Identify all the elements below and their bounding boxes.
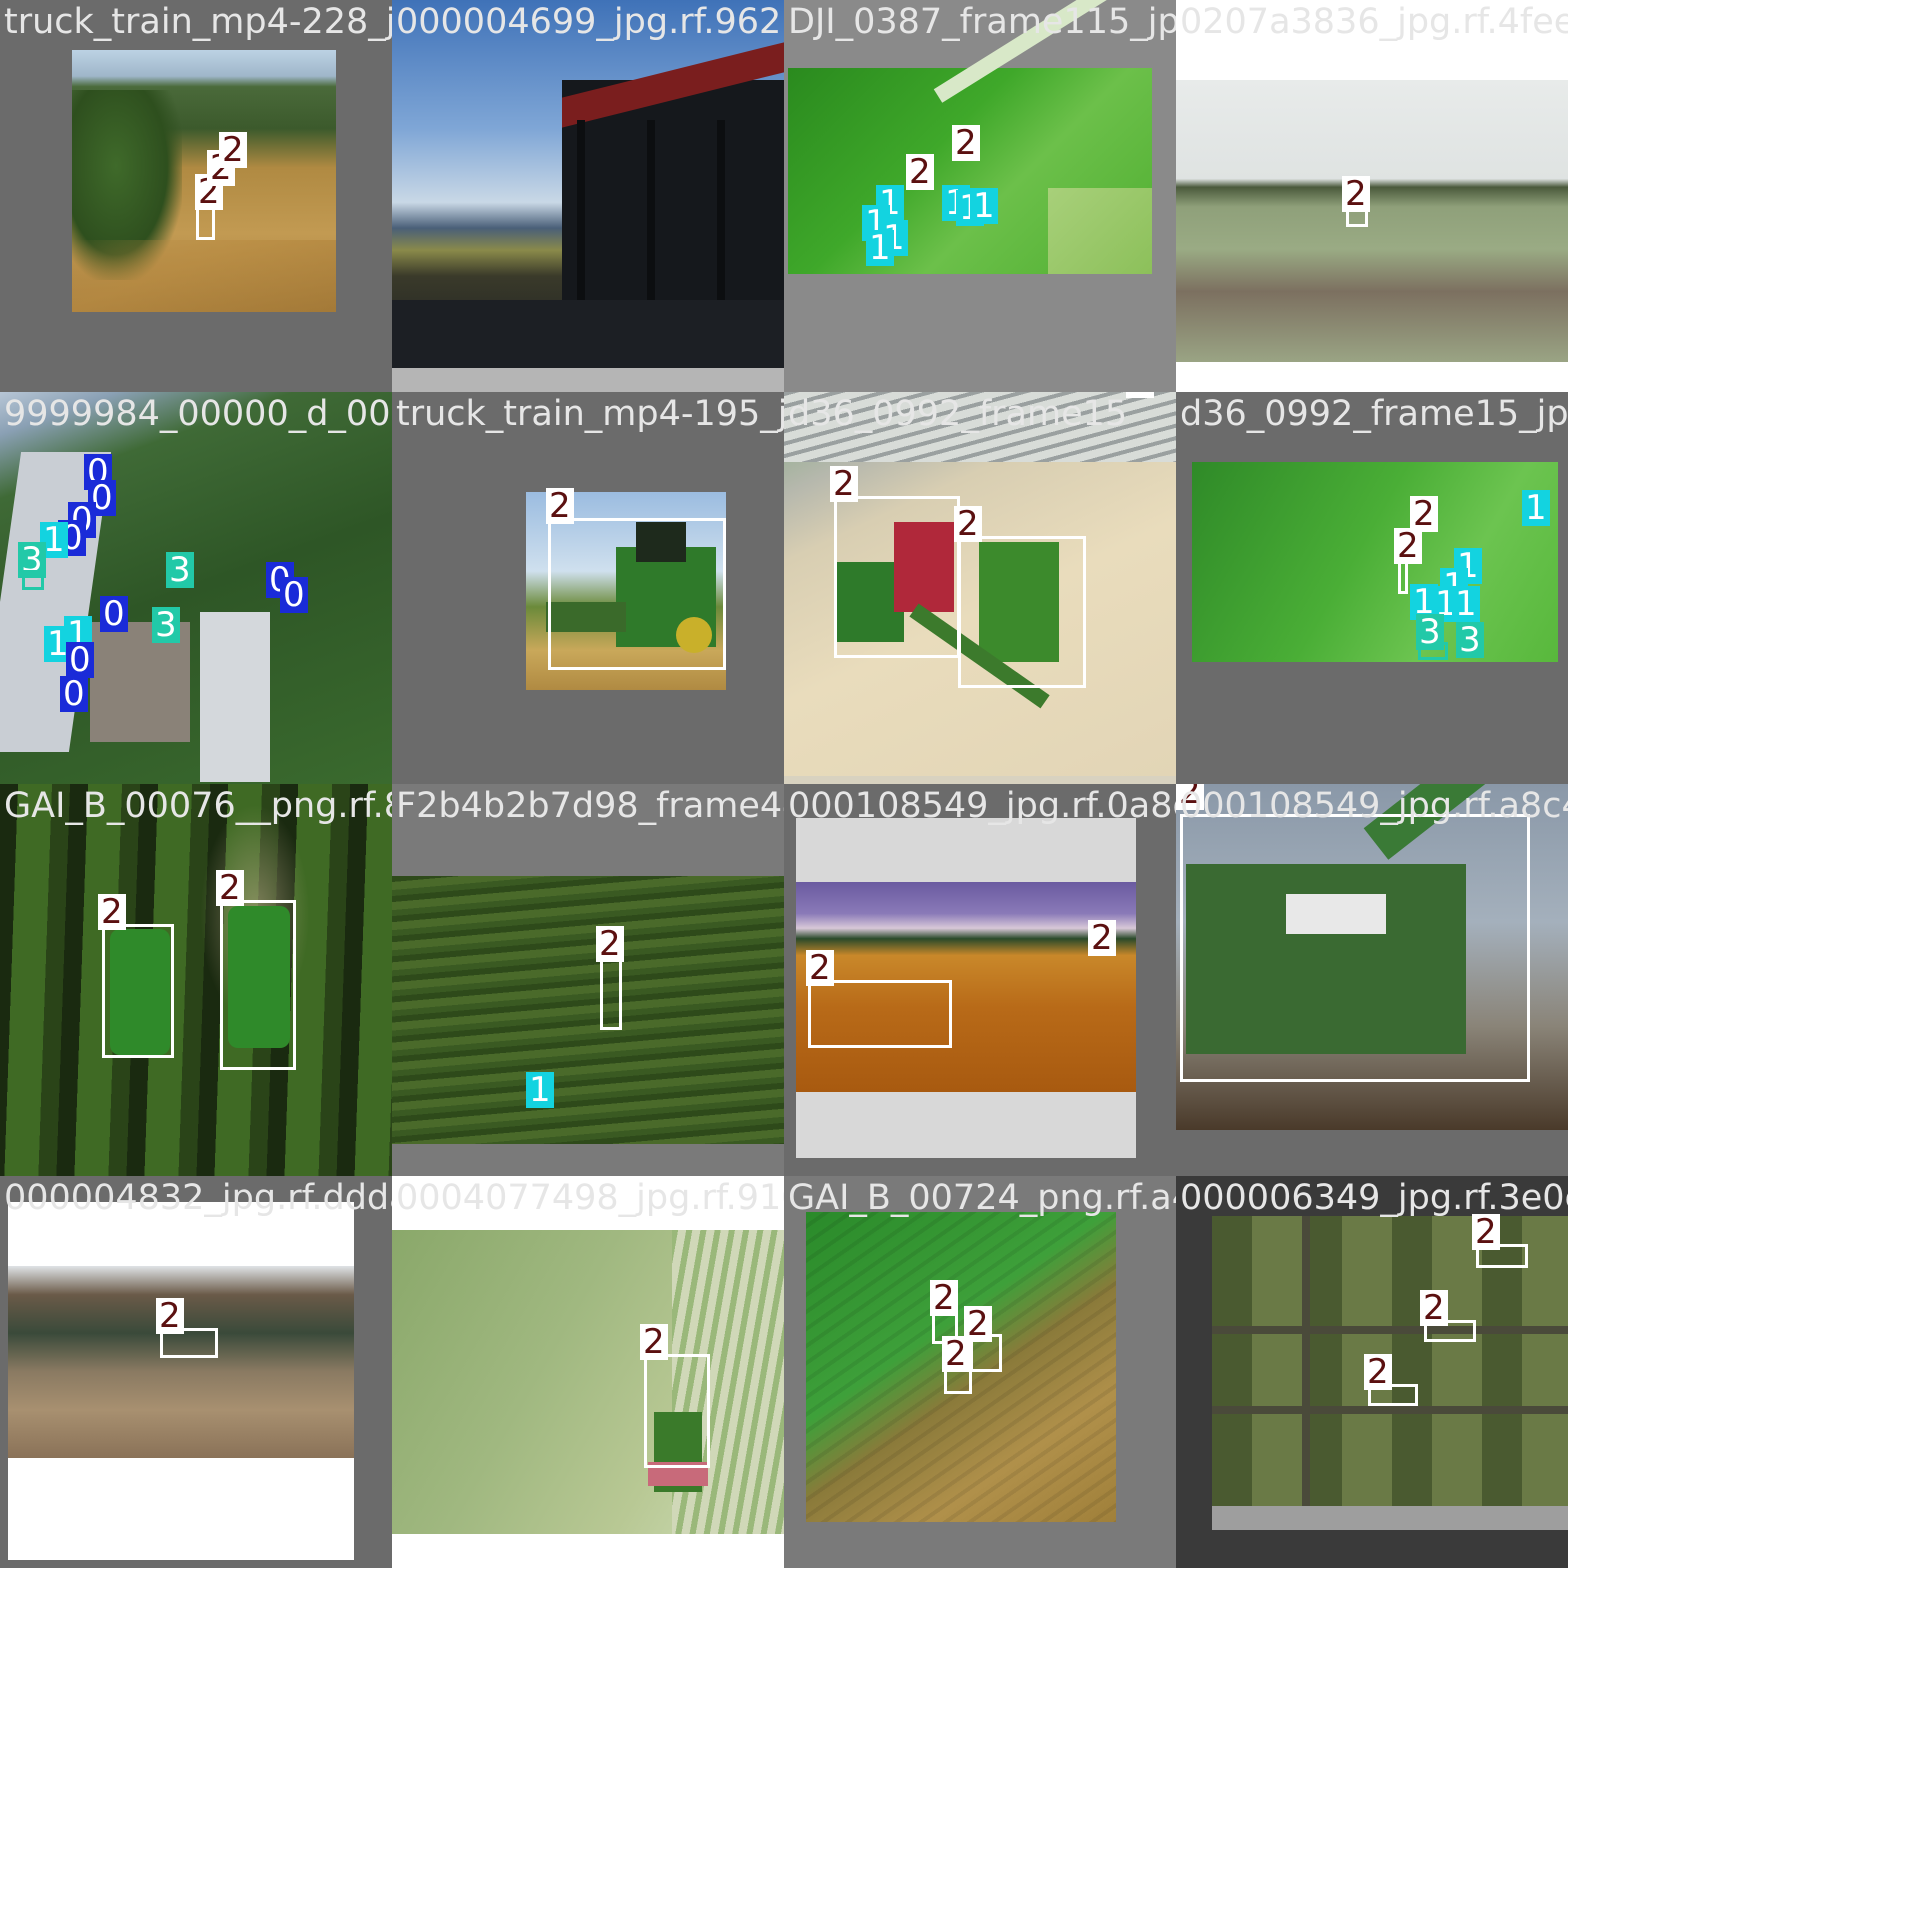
bbox-class-2 <box>834 496 960 658</box>
label-class-0: 0 <box>280 577 308 613</box>
tile-image <box>788 0 1176 274</box>
tile-image <box>392 876 784 1144</box>
tile-title: d36_0992_frame15_jpg.rf.74 <box>1180 394 1568 434</box>
label-class-2: 2 <box>1364 1354 1392 1390</box>
tile-image <box>0 784 392 1176</box>
label-class-2: 2 <box>954 506 982 542</box>
label-class-2: 2 <box>219 132 247 168</box>
tile-title: GAI_B_00724_png.rf.a42b000006349_jpg.rf.… <box>788 1178 1176 1218</box>
tile-image <box>392 0 784 368</box>
tile-1: 2 2 2 truck_train_mp4-228_jpg.rf.b8010e4… <box>0 0 392 392</box>
tile-title: 0207a3836_jpg.rf.4feee0f01 <box>1180 2 1568 42</box>
tile-16: 2 2 2 000006349_jpg.rf.3e0edc663f8 <box>1176 1176 1568 1568</box>
label-class-0: 0 <box>66 642 94 678</box>
label-class-2: 2 <box>952 125 980 161</box>
tile-title: truck_train_mp4-195_jpg.rf.b4ac36e4_png.… <box>396 394 784 434</box>
tile-15: 2 2 2 GAI_B_00724_png.rf.a42b000006349_j… <box>784 1176 1176 1568</box>
tile-14: 2 0004077498_jpg.rf.910c87cec <box>392 1176 784 1568</box>
label-class-0: 0 <box>60 676 88 712</box>
bbox-class-2 <box>808 980 952 1048</box>
tile-title: 0004077498_jpg.rf.910c87cec <box>396 1178 784 1218</box>
label-class-2: 2 <box>806 950 834 986</box>
tile-title: truck_train_mp4-228_jpg.rf.b8010e4699_jp… <box>4 2 392 42</box>
tile-image <box>392 1230 784 1534</box>
label-class-2: 2 <box>1394 528 1422 564</box>
tile-image <box>1176 80 1568 362</box>
bbox-class-2 <box>600 958 622 1030</box>
bbox-class-2 <box>102 924 174 1058</box>
label-class-1: 1 <box>866 230 894 266</box>
tile-image <box>8 1266 354 1458</box>
label-class-3: 3 <box>152 607 180 643</box>
label-class-2: 2 <box>98 894 126 930</box>
label-class-3: 3 <box>1456 622 1484 658</box>
tile-13: 2 000004832_jpg.rf.dddafb46000407498_jpg… <box>0 1176 392 1568</box>
label-class-0: 0 <box>100 596 128 632</box>
tile-5: 0 0 0 0 1 3 3 0 0 0 3 1 1 0 0 9999984_00… <box>0 392 392 784</box>
bbox-class-2 <box>644 1354 710 1468</box>
label-class-1: 1 <box>970 188 998 224</box>
label-class-3: 3 <box>1416 614 1444 650</box>
tile-title: 000004832_jpg.rf.dddafb46000407498_jpg.r… <box>4 1178 392 1218</box>
label-class-2: 2 <box>930 1280 958 1316</box>
bbox-class-2 <box>958 536 1086 688</box>
label-class-3: 3 <box>166 552 194 588</box>
tile-title: 000108549_jpg.rf.a8c4bb3c4 <box>1180 786 1568 826</box>
label-class-1: 1 <box>1452 586 1480 622</box>
tile-12: 2 000108549_jpg.rf.a8c4bb3c4 <box>1176 784 1568 1176</box>
label-class-2: 2 <box>942 1336 970 1372</box>
tile-title: d36_0992_frame15 <box>788 394 1128 434</box>
label-class-2: 2 <box>1342 176 1370 212</box>
bbox-class-3 <box>22 570 44 590</box>
bbox-class-2 <box>548 518 726 670</box>
label-class-2: 2 <box>156 1298 184 1334</box>
tile-title: 000004699_jpg.rf.9621e564d <box>396 2 784 42</box>
tile-title: F2b4b2b7d98_frame445_jp <box>396 786 784 826</box>
label-class-2: 2 <box>830 466 858 502</box>
tile-image <box>1192 462 1558 662</box>
tile-3: 2 2 1 1 1 1 1 1 1 DJI_0387_frame115_jpg.… <box>784 0 1176 392</box>
label-class-1: 1 <box>526 1072 554 1108</box>
tile-title: 000006349_jpg.rf.3e0edc663f8 <box>1180 1178 1568 1218</box>
tile-11: 2 2 000108549_jpg.rf.0a8d4836 <box>784 784 1176 1176</box>
tile-7: 2 2 2 d36_0992_frame15 <box>784 392 1176 784</box>
label-class-2: 2 <box>1126 392 1154 398</box>
tile-10: 2 1 F2b4b2b7d98_frame445_jp <box>392 784 784 1176</box>
label-class-1: 1 <box>1522 490 1550 526</box>
tile-image <box>0 392 392 784</box>
tile-2: 000004699_jpg.rf.9621e564d <box>392 0 784 392</box>
tile-title: 000108549_jpg.rf.0a8d4836 <box>788 786 1176 826</box>
tile-8: 2 2 1 1 1 1 1 1 3 3 d36_0992_frame15_jpg… <box>1176 392 1568 784</box>
label-class-2: 2 <box>640 1324 668 1360</box>
label-class-2: 2 <box>1088 920 1116 956</box>
label-class-2: 2 <box>1420 1290 1448 1326</box>
bbox-class-2 <box>1180 814 1530 1082</box>
label-class-2: 2 <box>546 488 574 524</box>
tile-4: 2 0207a3836_jpg.rf.4feee0f01 <box>1176 0 1568 392</box>
tile-6: 2 truck_train_mp4-195_jpg.rf.b4ac36e4_pn… <box>392 392 784 784</box>
tile-title: DJI_0387_frame115_jpg.rf.9207a36836_jpg.… <box>788 2 1176 42</box>
tile-title: 9999984_00000_d_0000088 <box>4 394 392 434</box>
label-class-2: 2 <box>906 154 934 190</box>
bottom-margin <box>0 1568 1920 1920</box>
label-class-2: 2 <box>596 926 624 962</box>
bbox-class-2 <box>220 900 296 1070</box>
tile-9: 2 2 GAI_B_00076__png.rf.8e0e0F2b4b2b7d98… <box>0 784 392 1176</box>
label-class-2: 2 <box>216 870 244 906</box>
tile-title: GAI_B_00076__png.rf.8e0e0F2b4b2b7d98_fra… <box>4 786 392 826</box>
detection-mosaic: 2 2 2 truck_train_mp4-228_jpg.rf.b8010e4… <box>0 0 1920 1920</box>
